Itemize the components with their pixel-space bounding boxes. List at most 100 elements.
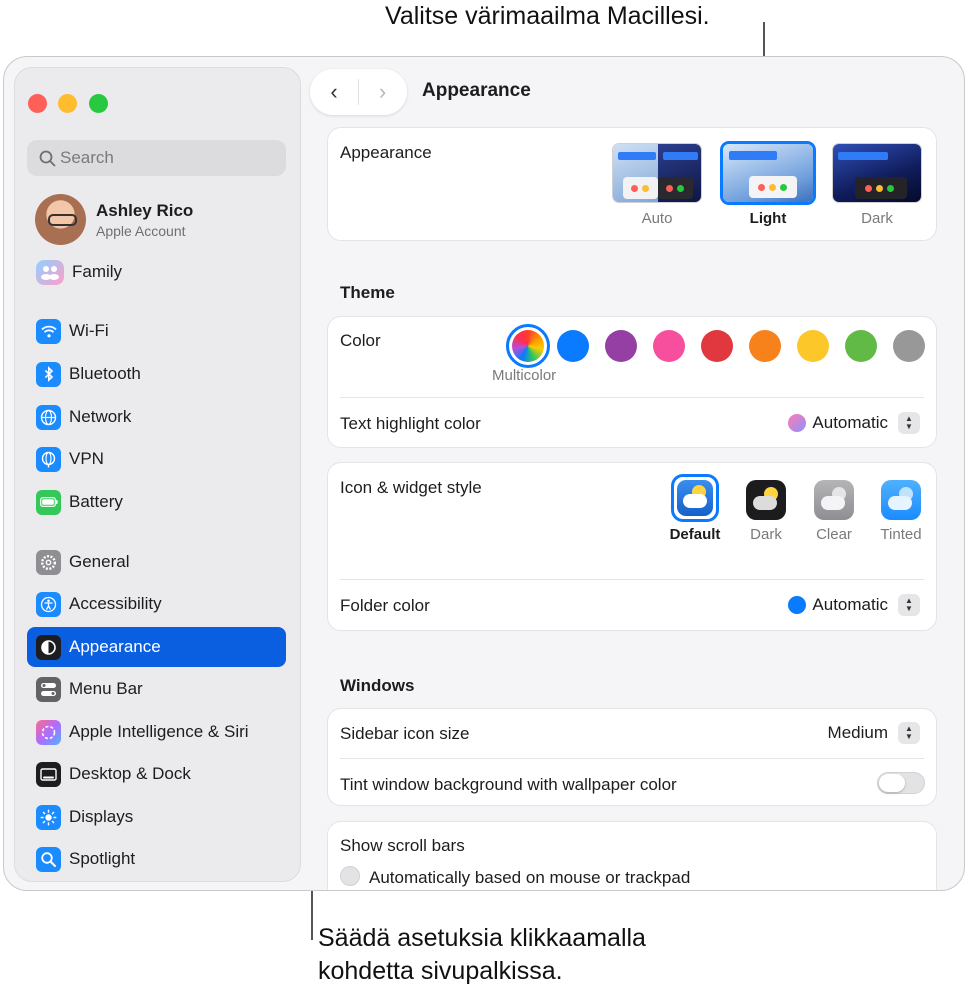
scroll-auto-radio[interactable] — [340, 866, 360, 886]
color-swatch-graphite[interactable] — [893, 330, 925, 362]
appearance-card: Appearance Auto Light Dark — [327, 127, 937, 241]
maximize-window-button[interactable] — [89, 94, 108, 113]
icon-style-tinted[interactable] — [881, 480, 921, 520]
icon-style-card: Icon & widget style Default Dark Clear T… — [327, 462, 937, 631]
toolbar: ‹ › Appearance — [304, 57, 964, 127]
avatar — [35, 194, 86, 245]
sidebar-item-desktop-dock[interactable]: Desktop & Dock — [27, 754, 286, 794]
callout-bottom: Säädä asetuksia klikkaamalla kohdetta si… — [318, 922, 646, 988]
globe-icon — [36, 404, 61, 430]
sidebar-item-bluetooth[interactable]: Bluetooth — [27, 354, 286, 394]
sidebar-item-appearance-label: Appearance — [69, 637, 161, 656]
sidebar-icon-size-value: Medium — [827, 723, 888, 742]
sidebar-item-battery[interactable]: Battery — [27, 482, 286, 522]
user-subtitle: Apple Account — [96, 222, 186, 239]
folder-color-dot — [788, 596, 807, 614]
search-icon — [39, 150, 56, 166]
color-swatch-orange[interactable] — [749, 330, 781, 362]
appearance-light-thumbnail[interactable] — [720, 141, 816, 205]
appearance-icon — [36, 634, 61, 660]
text-highlight-value: Automatic — [812, 413, 888, 432]
menubar-icon — [36, 676, 61, 702]
sidebar-item-menu-bar[interactable]: Menu Bar — [27, 669, 286, 709]
color-swatch-pink[interactable] — [653, 330, 685, 362]
sidebar-item-battery-label: Battery — [69, 492, 123, 511]
icon-style-clear[interactable] — [814, 480, 854, 520]
sidebar-item-accessibility[interactable]: Accessibility — [27, 584, 286, 624]
sidebar-item-network[interactable]: Network — [27, 397, 286, 437]
sidebar-item-family[interactable]: Family — [27, 252, 286, 292]
back-button[interactable]: ‹ — [310, 79, 358, 105]
siri-icon — [36, 719, 61, 745]
dock-icon — [36, 761, 61, 787]
wifi-icon — [36, 318, 61, 344]
multicolor-caption: Multicolor — [492, 367, 557, 384]
windows-card: Sidebar icon size Medium ▲ ▼ Tint window … — [327, 708, 937, 806]
sidebar-item-general-label: General — [69, 552, 130, 571]
sidebar-item-spotlight[interactable]: Spotlight — [27, 839, 286, 879]
scroll-bars-card: Show scroll bars Automatically based on … — [327, 821, 937, 890]
sidebar-item-vpn[interactable]: VPN — [27, 439, 286, 479]
icon-style-dark[interactable] — [746, 480, 786, 520]
accessibility-icon — [36, 591, 61, 617]
highlight-color-dot — [788, 414, 807, 432]
sidebar-item-vpn-label: VPN — [69, 449, 104, 468]
sidebar-item-displays-label: Displays — [69, 807, 134, 826]
chevron-updown-icon: ▲ ▼ — [898, 722, 920, 744]
tint-window-toggle[interactable] — [877, 772, 925, 794]
color-label: Color — [340, 331, 381, 350]
sidebar-item-siri[interactable]: Apple Intelligence & Siri — [27, 712, 286, 752]
sidebar-icon-size-label: Sidebar icon size — [340, 724, 470, 743]
forward-button[interactable]: › — [358, 79, 406, 105]
appearance-auto-caption: Auto — [641, 210, 673, 227]
text-highlight-label: Text highlight color — [340, 414, 481, 433]
minimize-window-button[interactable] — [58, 94, 77, 113]
search-placeholder: Search — [60, 148, 114, 167]
appearance-dark-caption: Dark — [861, 210, 893, 227]
appearance-auto-thumbnail[interactable] — [612, 143, 702, 203]
icon-style-dark-caption: Dark — [750, 526, 782, 543]
battery-icon — [36, 489, 61, 515]
navigation-buttons: ‹ › — [310, 69, 407, 115]
divider — [340, 758, 924, 759]
sidebar-item-wifi[interactable]: Wi-Fi — [27, 311, 286, 351]
vpn-globe-icon — [36, 446, 61, 472]
folder-color-popup[interactable]: Automatic ▲ ▼ — [788, 594, 920, 616]
sidebar-item-network-label: Network — [69, 407, 132, 426]
apple-account-item[interactable]: Ashley Rico Apple Account — [35, 194, 193, 245]
theme-color-card: Color Multicolor Text highlight color Au… — [327, 316, 937, 448]
color-swatch-red[interactable] — [701, 330, 733, 362]
sidebar-item-family-label: Family — [72, 262, 123, 281]
color-swatch-green[interactable] — [845, 330, 877, 362]
close-window-button[interactable] — [28, 94, 47, 113]
search-input[interactable]: Search — [27, 140, 286, 176]
family-icon — [36, 259, 64, 285]
sidebar-item-general[interactable]: General — [27, 542, 286, 582]
divider — [340, 579, 924, 580]
tint-window-label: Tint window background with wallpaper co… — [340, 775, 677, 794]
sidebar-icon-size-popup[interactable]: Medium ▲ ▼ — [828, 722, 920, 744]
color-swatch-yellow[interactable] — [797, 330, 829, 362]
windows-heading: Windows — [340, 676, 415, 695]
appearance-light-caption: Light — [749, 210, 787, 227]
chevron-updown-icon: ▲ ▼ — [898, 594, 920, 616]
callout-top: Valitse värimaailma Macillesi. — [385, 2, 710, 30]
sidebar-item-appearance[interactable]: Appearance — [27, 627, 286, 667]
icon-style-default-caption: Default — [669, 526, 721, 543]
folder-color-value: Automatic — [812, 595, 888, 614]
color-swatch-multicolor[interactable] — [506, 324, 550, 368]
bluetooth-icon — [36, 361, 61, 387]
text-highlight-popup[interactable]: Automatic ▲ ▼ — [788, 412, 920, 434]
appearance-dark-thumbnail[interactable] — [832, 143, 922, 203]
color-swatch-purple[interactable] — [605, 330, 637, 362]
settings-window: Search Ashley Rico Apple Account Family … — [3, 56, 965, 891]
icon-style-default[interactable] — [671, 474, 719, 522]
callout-bottom-line1: Säädä asetuksia klikkaamalla — [318, 924, 646, 952]
gear-icon — [36, 549, 61, 575]
appearance-label: Appearance — [340, 143, 432, 162]
sidebar-item-displays[interactable]: Displays — [27, 797, 286, 837]
sidebar-item-desktop-dock-label: Desktop & Dock — [69, 764, 191, 783]
sidebar-item-siri-label: Apple Intelligence & Siri — [69, 722, 249, 741]
color-swatch-blue[interactable] — [557, 330, 589, 362]
sidebar-item-spotlight-label: Spotlight — [69, 849, 136, 868]
